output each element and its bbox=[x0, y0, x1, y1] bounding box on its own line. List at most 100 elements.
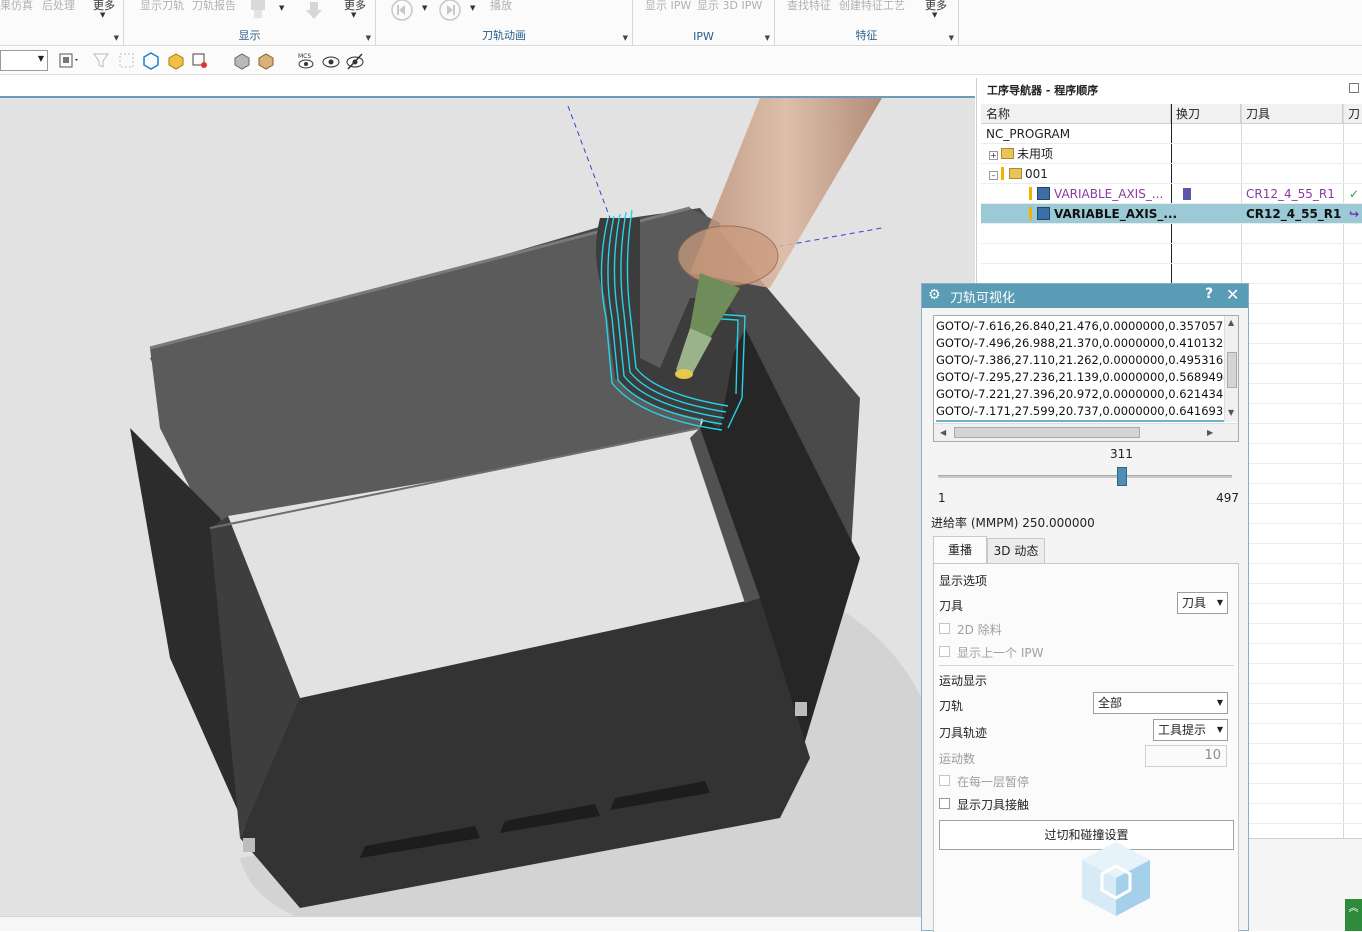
chevron-down-icon[interactable]: ▼ bbox=[422, 4, 427, 12]
row-name-wrap: VARIABLE_AXIS_... bbox=[1029, 184, 1163, 204]
collapse-icon[interactable]: – bbox=[989, 171, 998, 180]
row-tool: CR12_4_55_R1 bbox=[1246, 187, 1335, 201]
scroll-left-icon[interactable]: ◀ bbox=[940, 428, 946, 437]
check-icon: ✓ bbox=[1349, 187, 1360, 201]
column-header-tool-change[interactable]: 换刀 bbox=[1171, 104, 1241, 124]
group-dropdown-icon[interactable]: ▼ bbox=[765, 34, 770, 42]
regenerate-icon: ↪ bbox=[1349, 207, 1360, 221]
graphics-viewport[interactable] bbox=[0, 96, 975, 918]
checkbox-show-tool-contact[interactable] bbox=[939, 798, 950, 809]
tool-display-icon[interactable] bbox=[247, 0, 269, 22]
motion-count-label: 运动数 bbox=[939, 752, 976, 766]
hexagon-icon[interactable] bbox=[141, 51, 161, 71]
list-item[interactable]: GOTO/-7.221,27.396,20.972,0.0000000,0.62… bbox=[936, 387, 1224, 401]
group-dropdown-icon[interactable]: ▼ bbox=[114, 34, 119, 42]
row-name: NC_PROGRAM bbox=[986, 127, 1071, 141]
ribbon-item-show-path[interactable]: 显示刀轨 bbox=[140, 0, 184, 13]
row-name-wrap: – 001 bbox=[989, 164, 1048, 184]
motion-slider-thumb[interactable] bbox=[1116, 467, 1127, 486]
help-icon[interactable]: ? bbox=[1205, 286, 1213, 302]
group-dropdown-icon[interactable]: ▼ bbox=[949, 34, 954, 42]
scroll-thumb[interactable] bbox=[1227, 352, 1237, 388]
close-icon[interactable]: ✕ bbox=[1226, 285, 1239, 304]
group-caption-feature: 特征 bbox=[855, 29, 878, 42]
path-display-select[interactable]: 全部 ▼ bbox=[1093, 692, 1228, 714]
ribbon-item-find-feature[interactable]: 查找特征 bbox=[787, 0, 831, 13]
expand-panel-icon[interactable]: ︽ bbox=[1345, 899, 1362, 931]
select-all-icon[interactable] bbox=[117, 51, 137, 71]
group-caption-animation: 刀轨动画 bbox=[482, 29, 526, 42]
checkbox-2d-remove-label: 2D 除料 bbox=[957, 623, 1002, 637]
vertical-scrollbar[interactable]: ▲ ▼ bbox=[1224, 316, 1238, 422]
gear-icon[interactable]: ⚙ bbox=[928, 287, 941, 303]
motion-slider-track[interactable] bbox=[938, 475, 1232, 478]
tool-trace-select[interactable]: 工具提示 ▼ bbox=[1153, 719, 1228, 741]
chevron-down-icon: ▼ bbox=[1216, 698, 1223, 707]
chevron-down-icon[interactable]: ▼ bbox=[100, 11, 105, 19]
tab-replay[interactable]: 重播 bbox=[933, 536, 987, 564]
horizontal-scrollbar[interactable]: ◀ ▶ bbox=[934, 423, 1238, 441]
chevron-down-icon[interactable]: ▼ bbox=[470, 4, 475, 12]
maximize-icon[interactable] bbox=[1349, 83, 1359, 93]
filter-icon[interactable] bbox=[92, 51, 112, 71]
scroll-down-icon[interactable]: ▼ bbox=[1228, 408, 1234, 417]
select-value: 全部 bbox=[1098, 696, 1123, 710]
checkbox-pause-each-layer[interactable] bbox=[939, 775, 950, 786]
ribbon-item-path-report[interactable]: 刀轨报告 bbox=[192, 0, 236, 13]
group-dropdown-icon[interactable]: ▼ bbox=[366, 34, 371, 42]
chevron-down-icon[interactable]: ▼ bbox=[38, 54, 44, 63]
ribbon-item-sim[interactable]: 果仿真 bbox=[0, 0, 33, 13]
wireframe-view-icon[interactable] bbox=[256, 51, 276, 71]
chevron-down-icon[interactable]: ▼ bbox=[279, 4, 284, 12]
ribbon-item-show-3d-ipw[interactable]: 显示 3D IPW bbox=[697, 0, 762, 13]
row-name: VARIABLE_AXIS_... bbox=[1054, 187, 1164, 201]
box-icon[interactable] bbox=[166, 51, 186, 71]
checkbox-show-prev-ipw[interactable] bbox=[939, 646, 950, 657]
column-header-name[interactable]: 名称 bbox=[981, 104, 1171, 124]
scroll-thumb[interactable] bbox=[954, 427, 1140, 438]
scroll-right-icon[interactable]: ▶ bbox=[1207, 428, 1213, 437]
ribbon-item-create-feature-process[interactable]: 创建特征工艺 bbox=[839, 0, 905, 13]
row-name-wrap: + 未用项 bbox=[989, 144, 1053, 164]
motion-count-input[interactable]: 10 bbox=[1145, 745, 1227, 767]
list-item[interactable]: GOTO/-7.295,27.236,21.139,0.0000000,0.56… bbox=[936, 370, 1224, 384]
list-item[interactable]: GOTO/-7.171,27.599,20.737,0.0000000,0.64… bbox=[936, 404, 1224, 418]
shaded-view-icon[interactable] bbox=[232, 51, 252, 71]
tree-row-001[interactable]: – 001 bbox=[981, 164, 1362, 184]
expand-icon[interactable]: + bbox=[989, 151, 998, 160]
play-button[interactable]: 播放 bbox=[490, 0, 512, 13]
select-type-icon[interactable] bbox=[58, 51, 78, 71]
checkbox-show-tool-contact-label: 显示刀具接触 bbox=[957, 798, 1030, 812]
goto-list[interactable]: GOTO/-7.616,26.840,21.476,0.0000000,0.35… bbox=[933, 315, 1239, 442]
column-header-path[interactable]: 刀 bbox=[1343, 104, 1362, 124]
tree-row-operation-1[interactable]: VARIABLE_AXIS_... CR12_4_55_R1 ✓ bbox=[981, 184, 1362, 204]
scroll-up-icon[interactable]: ▲ bbox=[1228, 318, 1234, 327]
group-dropdown-icon[interactable]: ▼ bbox=[623, 34, 628, 42]
dialog-titlebar[interactable]: ⚙ 刀轨可视化 ? ✕ bbox=[922, 284, 1248, 308]
tab-3d-dynamic[interactable]: 3D 动态 bbox=[987, 538, 1045, 564]
list-item[interactable]: GOTO/-7.386,27.110,21.262,0.0000000,0.49… bbox=[936, 353, 1224, 367]
column-header-tool[interactable]: 刀具 bbox=[1241, 104, 1343, 124]
tree-row-operation-2[interactable]: VARIABLE_AXIS_... CR12_4_55_R1 ↪ bbox=[981, 204, 1362, 224]
chevron-down-icon[interactable]: ▼ bbox=[932, 11, 937, 19]
tool-display-select[interactable]: 刀具 ▼ bbox=[1177, 592, 1228, 614]
status-bar-icon bbox=[1029, 187, 1032, 200]
toolpath-visualization-dialog: ⚙ 刀轨可视化 ? ✕ GOTO/-7.616,26.840,21.476,0.… bbox=[921, 283, 1249, 932]
step-back-icon[interactable] bbox=[390, 0, 414, 22]
list-item[interactable]: GOTO/-7.616,26.840,21.476,0.0000000,0.35… bbox=[936, 319, 1224, 333]
show-eye-icon[interactable] bbox=[321, 51, 341, 71]
ribbon-item-postprocess[interactable]: 后处理 bbox=[42, 0, 75, 13]
down-arrow-icon[interactable] bbox=[304, 0, 326, 22]
list-item[interactable]: GOTO/-7.496,26.988,21.370,0.0000000,0.41… bbox=[936, 336, 1224, 350]
tree-row-unused[interactable]: + 未用项 bbox=[981, 144, 1362, 164]
ribbon-item-show-ipw[interactable]: 显示 IPW bbox=[645, 0, 691, 13]
checkbox-2d-remove[interactable] bbox=[939, 623, 950, 634]
step-forward-icon[interactable] bbox=[438, 0, 462, 22]
chevron-down-icon[interactable]: ▼ bbox=[351, 11, 356, 19]
snap-point-icon[interactable] bbox=[190, 51, 210, 71]
tree-row-nc-program[interactable]: NC_PROGRAM bbox=[981, 124, 1362, 144]
selection-filter-combo[interactable]: ▼ bbox=[0, 50, 48, 71]
operation-icon bbox=[1037, 207, 1050, 220]
mcs-eye-icon[interactable]: MCS bbox=[296, 51, 316, 71]
hide-eye-icon[interactable] bbox=[345, 51, 365, 71]
